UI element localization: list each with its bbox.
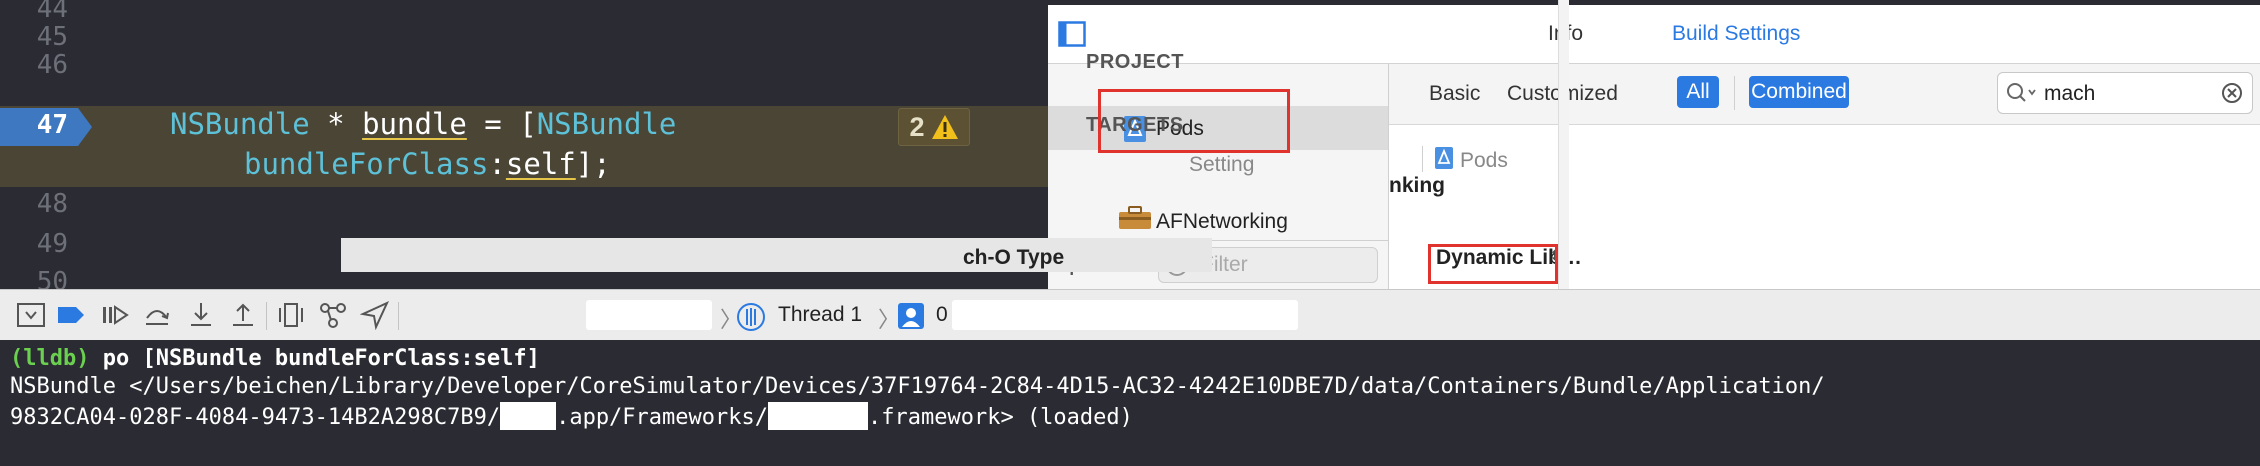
debug-toolbar: 〉 Thread 1 〉 0 [0, 289, 2260, 341]
code-line-47[interactable]: NSBundle * bundle = [NSBundle [170, 107, 676, 141]
process-selector[interactable] [586, 300, 712, 330]
warning-icon [931, 115, 958, 139]
setting-row-label: ch-O Type [963, 246, 1065, 269]
redacted-block [768, 402, 868, 430]
code-token: ]; [575, 147, 611, 181]
debug-console[interactable]: (lldb) po [NSBundle bundleForClass:self]… [0, 340, 2260, 466]
filter-basic-button[interactable]: Basic [1429, 82, 1480, 106]
view-hierarchy-icon[interactable] [276, 300, 306, 330]
code-token: = [ [466, 107, 537, 141]
code-token: * [309, 107, 363, 141]
view-combined-button[interactable]: Combined [1749, 76, 1849, 108]
redacted-block [500, 402, 557, 430]
setting-row-mach-o-type[interactable] [341, 238, 1212, 272]
tab-build-settings[interactable]: Build Settings [1672, 22, 1800, 46]
search-value: mach [2044, 82, 2096, 105]
divider [398, 302, 399, 330]
annotation-box-mach-o-value [1428, 244, 1558, 284]
section-heading-linking[interactable]: nking [1389, 174, 1445, 198]
console-output-segment: .app/Frameworks/ [556, 405, 768, 430]
console-output-line: NSBundle </Users/beichen/Library/Develop… [10, 374, 1825, 399]
step-out-icon[interactable] [228, 300, 258, 330]
sidebar-toggle-icon[interactable] [1058, 21, 1086, 47]
code-token: NSBundle [170, 107, 310, 141]
console-output-segment: .framework> (loaded) [868, 405, 1133, 430]
console-output-line: 9832CA04-028F-4084-9473-14B2A298C7B9/ .ap… [10, 402, 1133, 430]
filter-all-button[interactable]: All [1677, 76, 1719, 108]
console-command-line: (lldb) po [NSBundle bundleForClass:self] [10, 346, 540, 371]
memory-graph-icon[interactable] [318, 300, 348, 330]
settings-search-input[interactable]: mach [1997, 72, 2253, 114]
divider [266, 302, 267, 330]
hide-debug-area-icon[interactable] [16, 300, 46, 330]
project-heading: PROJECT [1086, 51, 1184, 73]
simulate-location-icon[interactable] [359, 300, 390, 331]
xcode-project-icon [1434, 146, 1454, 174]
line-number: 48 [36, 189, 68, 219]
breakpoints-toggle-icon[interactable] [56, 300, 86, 330]
code-token: bundle [362, 107, 467, 141]
line-number: 45 [36, 22, 68, 52]
thread-icon [736, 302, 766, 336]
target-toolbox-icon [1118, 206, 1152, 234]
frame-selector[interactable]: 0 [936, 303, 948, 327]
lldb-prompt: (lldb) [10, 346, 90, 371]
code-line-47-continued[interactable]: bundleForClass:self]; [244, 147, 611, 181]
line-number: 44 [36, 0, 68, 24]
warning-badge[interactable]: 2 [898, 108, 970, 146]
code-token: NSBundle [536, 107, 677, 141]
frame-name-field[interactable] [952, 300, 1298, 330]
code-token: : [488, 147, 506, 181]
line-number: 50 [36, 267, 68, 289]
continue-icon[interactable] [100, 300, 130, 330]
panel-scrollbar[interactable] [1558, 0, 1569, 289]
warning-count: 2 [909, 111, 925, 142]
clear-search-icon[interactable] [2222, 83, 2242, 107]
column-header-target: Pods [1460, 149, 1508, 172]
settings-filter-bar: Basic Customized All Combined mach [1389, 64, 2260, 125]
column-header-setting: Setting [1189, 153, 1255, 176]
step-into-icon[interactable] [186, 300, 216, 330]
current-line-number: 47 [36, 110, 68, 140]
column-divider [1422, 146, 1423, 172]
code-token: self [505, 147, 576, 181]
console-command: po [NSBundle bundleForClass:self] [89, 346, 540, 371]
thread-selector[interactable]: Thread 1 [778, 303, 862, 327]
step-over-icon[interactable] [142, 300, 172, 330]
nav-item-target-afnetworking[interactable]: AFNetworking [1156, 210, 1288, 234]
annotation-box-pods [1098, 89, 1290, 153]
stack-frame-user-icon [896, 301, 926, 335]
divider [1734, 76, 1735, 110]
console-output-segment: 9832CA04-028F-4084-9473-14B2A298C7B9/ [10, 405, 501, 430]
line-number: 49 [36, 229, 68, 259]
search-icon [2006, 82, 2040, 108]
code-token: bundleForClass [244, 147, 489, 181]
line-number: 46 [36, 50, 68, 80]
panel-top-edge [1048, 0, 2260, 5]
